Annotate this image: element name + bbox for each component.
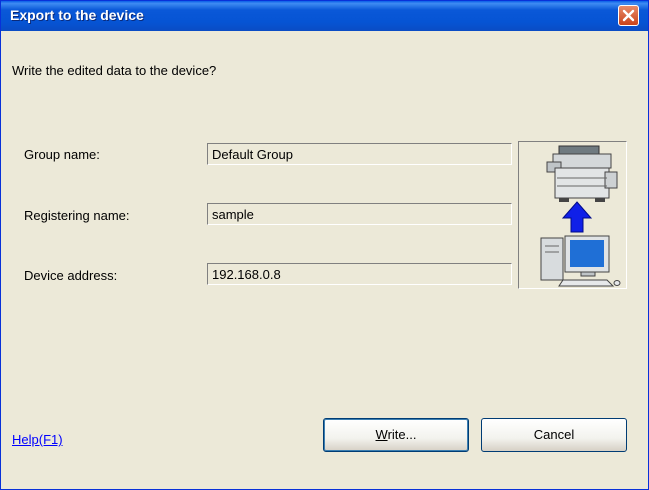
write-button[interactable]: Write... [323, 418, 469, 452]
device-address-label: Device address: [24, 268, 118, 283]
close-button[interactable] [618, 5, 639, 26]
write-accelerator: W [375, 427, 388, 442]
group-name-label: Group name: [24, 147, 100, 162]
group-name-field: Default Group [207, 143, 512, 165]
title-bar[interactable]: Export to the device [1, 1, 648, 31]
export-dialog: Export to the device Write the edited da… [0, 0, 649, 490]
write-button-label: rite... [387, 427, 417, 442]
dialog-body: Write the edited data to the device? Gro… [4, 31, 645, 486]
device-illustration [518, 141, 627, 289]
close-icon [622, 9, 635, 22]
help-link[interactable]: Help(F1) [12, 432, 63, 447]
copier-export-icon [540, 145, 621, 287]
registering-name-label: Registering name: [24, 208, 130, 223]
registering-name-field: sample [207, 203, 512, 225]
prompt-text: Write the edited data to the device? [12, 63, 217, 78]
device-address-field: 192.168.0.8 [207, 263, 512, 285]
cancel-button[interactable]: Cancel [481, 418, 627, 452]
window-title: Export to the device [10, 7, 144, 23]
